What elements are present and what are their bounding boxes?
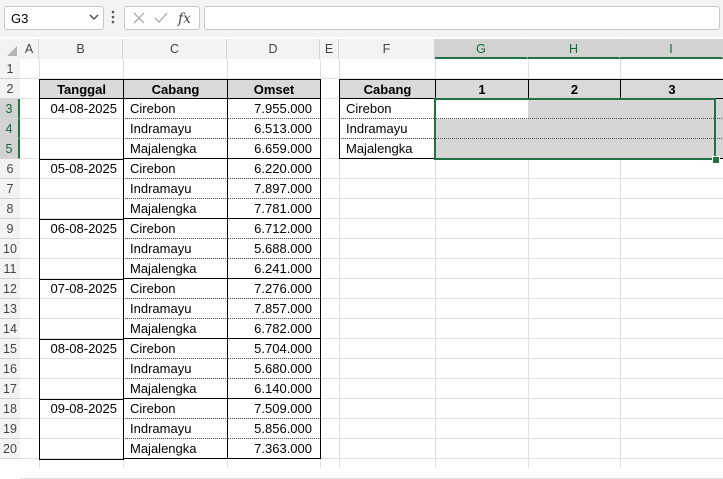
select-all-icon xyxy=(7,46,17,56)
row-header-1[interactable]: 1 xyxy=(0,59,20,79)
table2-cabang-cell[interactable]: Cirebon xyxy=(339,99,436,119)
tanggal-cell[interactable]: 07-08-2025 xyxy=(39,279,124,340)
omset-cell[interactable]: 7.781.000 xyxy=(227,199,321,219)
omset-cell[interactable]: 5.688.000 xyxy=(227,239,321,259)
row-header-7[interactable]: 7 xyxy=(0,179,20,199)
table2-header-cell[interactable]: 1 xyxy=(435,79,529,99)
omset-cell[interactable]: 5.704.000 xyxy=(227,339,321,359)
table2-header-cell[interactable]: 3 xyxy=(620,79,723,99)
omset-cell[interactable]: 6.220.000 xyxy=(227,159,321,179)
omset-cell[interactable]: 7.509.000 xyxy=(227,399,321,419)
cabang-cell[interactable]: Indramayu xyxy=(123,299,228,319)
row-header-20[interactable]: 20 xyxy=(0,439,20,459)
cabang-cell[interactable]: Cirebon xyxy=(123,99,228,119)
tanggal-cell[interactable]: 05-08-2025 xyxy=(39,159,124,220)
cabang-cell[interactable]: Cirebon xyxy=(123,399,228,419)
omset-cell[interactable]: 7.897.000 xyxy=(227,179,321,199)
table2-header-cell[interactable]: 2 xyxy=(528,79,621,99)
formula-input[interactable] xyxy=(204,6,720,30)
cabang-cell[interactable]: Majalengka xyxy=(123,139,228,159)
cabang-cell[interactable]: Indramayu xyxy=(123,359,228,379)
column-header-a[interactable]: A xyxy=(20,39,39,59)
table2-cabang-cell[interactable]: Indramayu xyxy=(339,119,436,139)
omset-cell[interactable]: 5.680.000 xyxy=(227,359,321,379)
row-header-8[interactable]: 8 xyxy=(0,199,20,219)
cabang-cell[interactable]: Cirebon xyxy=(123,159,228,179)
row-header-16[interactable]: 16 xyxy=(0,359,20,379)
cabang-cell[interactable]: Indramayu xyxy=(123,419,228,439)
column-header-i[interactable]: I xyxy=(620,39,723,59)
row-header-17[interactable]: 17 xyxy=(0,379,20,399)
tanggal-cell[interactable]: 04-08-2025 xyxy=(39,99,124,160)
select-all-corner[interactable] xyxy=(0,39,20,59)
row-header-10[interactable]: 10 xyxy=(0,239,20,259)
name-box-value: G3 xyxy=(11,11,29,26)
omset-cell[interactable]: 6.513.000 xyxy=(227,119,321,139)
table2-header-cell[interactable]: Cabang xyxy=(339,79,436,99)
omset-cell[interactable]: 6.782.000 xyxy=(227,319,321,339)
row-header-15[interactable]: 15 xyxy=(0,339,20,359)
tanggal-cell[interactable]: 08-08-2025 xyxy=(39,339,124,400)
row-header-11[interactable]: 11 xyxy=(0,259,20,279)
omset-cell[interactable]: 6.659.000 xyxy=(227,139,321,159)
formula-bar: G3 fx xyxy=(0,0,723,37)
cabang-cell[interactable]: Majalengka xyxy=(123,379,228,399)
more-options-icon[interactable] xyxy=(110,9,116,25)
row-header-13[interactable]: 13 xyxy=(0,299,20,319)
cabang-cell[interactable]: Cirebon xyxy=(123,339,228,359)
svg-text:fx: fx xyxy=(177,11,191,26)
cabang-cell[interactable]: Indramayu xyxy=(123,239,228,259)
row-header-3[interactable]: 3 xyxy=(0,99,20,119)
cabang-cell[interactable]: Majalengka xyxy=(123,199,228,219)
cabang-cell[interactable]: Majalengka xyxy=(123,319,228,339)
row-header-4[interactable]: 4 xyxy=(0,119,20,139)
row-header-9[interactable]: 9 xyxy=(0,219,20,239)
table1-header-cell[interactable]: Cabang xyxy=(123,79,228,99)
row-header-18[interactable]: 18 xyxy=(0,399,20,419)
table1-header-cell[interactable]: Tanggal xyxy=(39,79,124,99)
omset-cell[interactable]: 7.363.000 xyxy=(227,439,321,459)
tanggal-cell[interactable]: 06-08-2025 xyxy=(39,219,124,280)
cabang-cell[interactable]: Majalengka xyxy=(123,439,228,459)
check-icon[interactable] xyxy=(153,10,169,26)
column-header-b[interactable]: B xyxy=(39,39,123,59)
row-header-12[interactable]: 12 xyxy=(0,279,20,299)
cabang-cell[interactable]: Indramayu xyxy=(123,119,228,139)
formula-actions: fx xyxy=(124,6,200,30)
cabang-cell[interactable]: Cirebon xyxy=(123,219,228,239)
cabang-cell[interactable]: Majalengka xyxy=(123,259,228,279)
name-box[interactable]: G3 xyxy=(4,6,104,30)
column-header-d[interactable]: D xyxy=(227,39,320,59)
spreadsheet-grid: A B C D E F G H I 1 2 3 4 5 6 7 8 9 10 11 12 13 14 15 16 17 18 19 20… xyxy=(0,39,723,479)
omset-cell[interactable]: 6.241.000 xyxy=(227,259,321,279)
column-header-c[interactable]: C xyxy=(123,39,227,59)
table2-cabang-cell[interactable]: Majalengka xyxy=(339,139,436,159)
column-header-g[interactable]: G xyxy=(435,39,528,59)
tanggal-cell[interactable]: 09-08-2025 xyxy=(39,399,124,460)
omset-cell[interactable]: 7.955.000 xyxy=(227,99,321,119)
cancel-icon[interactable] xyxy=(131,10,147,26)
omset-cell[interactable]: 5.856.000 xyxy=(227,419,321,439)
cabang-cell[interactable]: Cirebon xyxy=(123,279,228,299)
omset-cell[interactable]: 7.857.000 xyxy=(227,299,321,319)
table1-header-cell[interactable]: Omset xyxy=(227,79,321,99)
omset-cell[interactable]: 7.276.000 xyxy=(227,279,321,299)
column-header-e[interactable]: E xyxy=(320,39,339,59)
row-header-6[interactable]: 6 xyxy=(0,159,20,179)
omset-cell[interactable]: 6.712.000 xyxy=(227,219,321,239)
selection-range xyxy=(434,98,716,160)
omset-cell[interactable]: 6.140.000 xyxy=(227,379,321,399)
column-header-f[interactable]: F xyxy=(339,39,435,59)
insert-function-icon[interactable]: fx xyxy=(177,10,195,26)
row-header-5[interactable]: 5 xyxy=(0,139,20,159)
row-header-19[interactable]: 19 xyxy=(0,419,20,439)
fill-handle[interactable] xyxy=(712,156,720,164)
row-header-2[interactable]: 2 xyxy=(0,79,20,99)
cabang-cell[interactable]: Indramayu xyxy=(123,179,228,199)
column-header-h[interactable]: H xyxy=(528,39,620,59)
row-header-14[interactable]: 14 xyxy=(0,319,20,339)
chevron-down-icon[interactable] xyxy=(89,12,99,22)
